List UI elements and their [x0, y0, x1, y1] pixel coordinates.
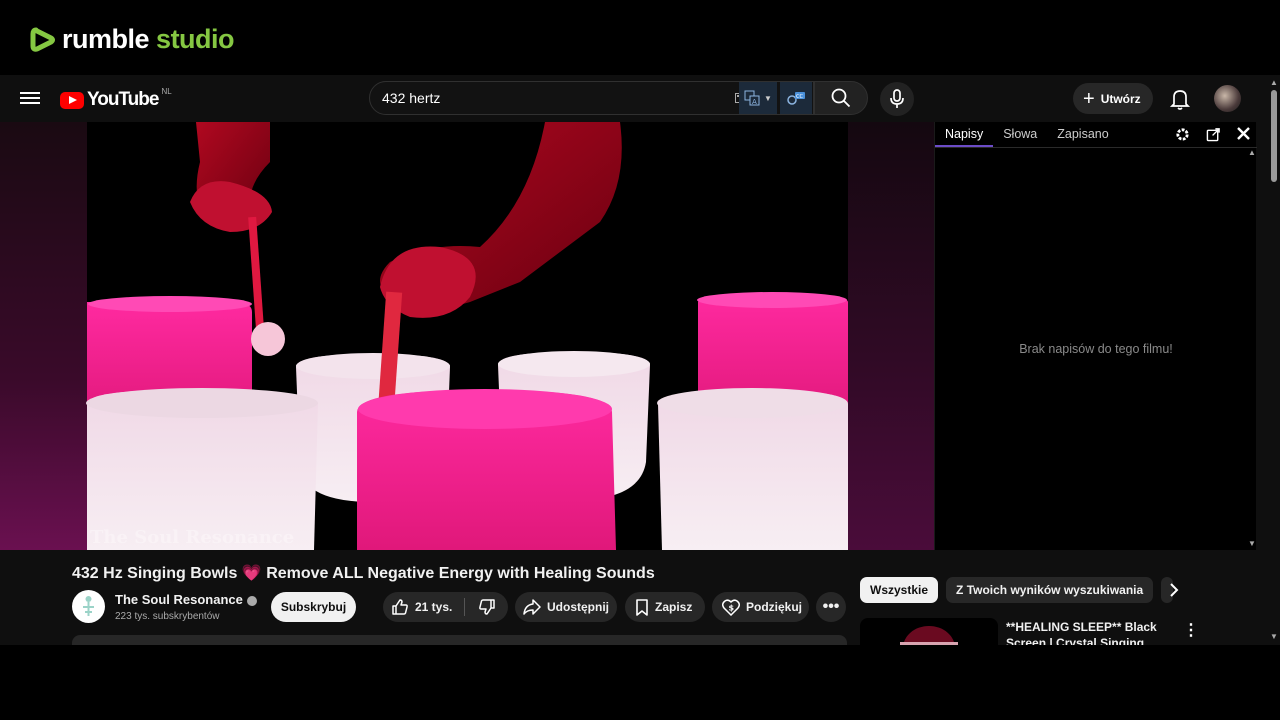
more-actions-icon[interactable]: •••	[816, 592, 846, 622]
search-query[interactable]: 432 hertz	[382, 90, 735, 106]
rumble-studio-logo[interactable]: rumble studio	[30, 24, 235, 55]
video-watermark: The Soul Resonance	[90, 527, 295, 548]
transcript-panel: Napisy Słowa Zapisano Brak napisów do te…	[934, 122, 1257, 550]
plus-icon: +	[1083, 87, 1095, 110]
like-button[interactable]: 21 tys.	[383, 592, 463, 622]
rumble-header: rumble studio	[0, 0, 1280, 75]
chip-all[interactable]: Wszystkie	[860, 577, 939, 603]
verified-badge-icon	[246, 595, 257, 606]
youtube-window: YouTube NL 432 hertz A ▼ CC + Utwórz ▲ ▼…	[0, 75, 1280, 645]
cc-icon: CC	[787, 92, 805, 105]
video-player[interactable]: The Soul Resonance	[0, 122, 934, 550]
recommendation-title[interactable]: **HEALING SLEEP** Black Screen | Crystal…	[1006, 619, 1171, 645]
description-box[interactable]	[72, 635, 847, 645]
settings-gear-icon[interactable]	[1175, 127, 1190, 142]
chevron-right-icon[interactable]	[1166, 581, 1182, 599]
thumbs-down-icon	[478, 599, 495, 615]
microphone-icon	[890, 89, 904, 108]
video-frame-singing-bowls	[86, 122, 848, 550]
open-external-icon[interactable]	[1206, 127, 1221, 142]
chevron-down-icon: ▼	[764, 93, 772, 103]
recommendation-chips: Wszystkie Z Twoich wyników wyszukiwania	[860, 577, 1174, 603]
share-button[interactable]: Udostępnij	[515, 592, 617, 622]
tab-napisy[interactable]: Napisy	[935, 127, 994, 147]
subscribe-button[interactable]: Subskrybuj	[271, 592, 356, 622]
translate-extension-button[interactable]: A ▼	[739, 82, 777, 114]
save-button[interactable]: Zapisz	[625, 592, 705, 622]
search-icon	[831, 88, 851, 108]
country-code: NL	[161, 86, 172, 96]
scroll-up-arrow-icon[interactable]: ▲	[1248, 148, 1256, 157]
masthead: YouTube NL 432 hertz A ▼ CC + Utwórz	[0, 75, 1268, 122]
scroll-up-arrow-icon[interactable]: ▲	[1270, 78, 1278, 87]
translate-icon: A	[744, 90, 760, 106]
channel-avatar[interactable]	[72, 590, 105, 623]
save-label: Zapisz	[655, 600, 693, 614]
thanks-button[interactable]: $ Podziękuj	[712, 592, 809, 622]
no-subtitles-message: Brak napisów do tego filmu!	[1019, 342, 1173, 356]
video-title-part1: 432 Hz Singing Bowls	[72, 565, 238, 582]
share-icon	[523, 599, 541, 615]
page-scrollbar[interactable]: ▲ ▼	[1268, 75, 1280, 645]
recommendation-thumbnail[interactable]	[860, 618, 998, 645]
tab-slowa[interactable]: Słowa	[993, 127, 1047, 147]
chip-from-search[interactable]: Z Twoich wyników wyszukiwania	[946, 577, 1154, 603]
transcript-scrollbar[interactable]: ▲ ▼	[1246, 148, 1256, 550]
notifications-bell-icon[interactable]	[1168, 87, 1192, 111]
share-label: Udostępnij	[547, 600, 609, 614]
subtitles-extension-button[interactable]: CC	[780, 82, 812, 114]
youtube-logo-text: YouTube	[87, 89, 159, 110]
channel-name-text[interactable]: The Soul Resonance	[115, 592, 243, 607]
rumble-play-icon	[30, 27, 55, 52]
menu-icon[interactable]	[20, 89, 40, 107]
channel-logo-icon	[83, 596, 94, 616]
more-vert-icon[interactable]: ⋮	[1183, 620, 1199, 640]
scroll-down-arrow-icon[interactable]: ▼	[1248, 539, 1256, 548]
rumble-brand-text: rumble	[62, 24, 150, 54]
thanks-label: Podziękuj	[746, 600, 803, 614]
scroll-down-arrow-icon[interactable]: ▼	[1270, 632, 1278, 641]
like-count: 21 tys.	[415, 600, 453, 614]
subscriber-count: 223 tys. subskrybentów	[115, 611, 220, 622]
thumbnail-image	[900, 626, 958, 645]
thumbs-up-icon	[392, 599, 408, 615]
video-title-part2: Remove ALL Negative Energy with Healing …	[266, 565, 655, 582]
bookmark-icon	[636, 598, 648, 616]
svg-text:$: $	[729, 603, 735, 612]
scrollbar-thumb[interactable]	[1271, 90, 1277, 182]
close-panel-icon[interactable]	[1237, 127, 1250, 140]
youtube-logo[interactable]: YouTube NL	[60, 86, 172, 111]
svg-text:CC: CC	[796, 94, 803, 100]
studio-brand-text: studio	[156, 24, 235, 54]
heart-dollar-icon: $	[722, 598, 740, 616]
create-button[interactable]: + Utwórz	[1073, 83, 1153, 114]
voice-search-button[interactable]	[880, 82, 914, 116]
search-button[interactable]	[814, 81, 868, 115]
youtube-play-icon	[60, 91, 84, 109]
video-title: 432 Hz Singing Bowls 💗 Remove ALL Negati…	[72, 563, 655, 583]
channel-name[interactable]: The Soul Resonance	[115, 592, 257, 607]
tab-zapisano[interactable]: Zapisano	[1047, 127, 1118, 147]
svg-text:A: A	[752, 98, 757, 106]
user-avatar[interactable]	[1214, 85, 1241, 112]
heart-emoji: 💗	[241, 565, 262, 582]
dislike-button[interactable]	[465, 592, 508, 622]
create-label: Utwórz	[1100, 91, 1141, 106]
